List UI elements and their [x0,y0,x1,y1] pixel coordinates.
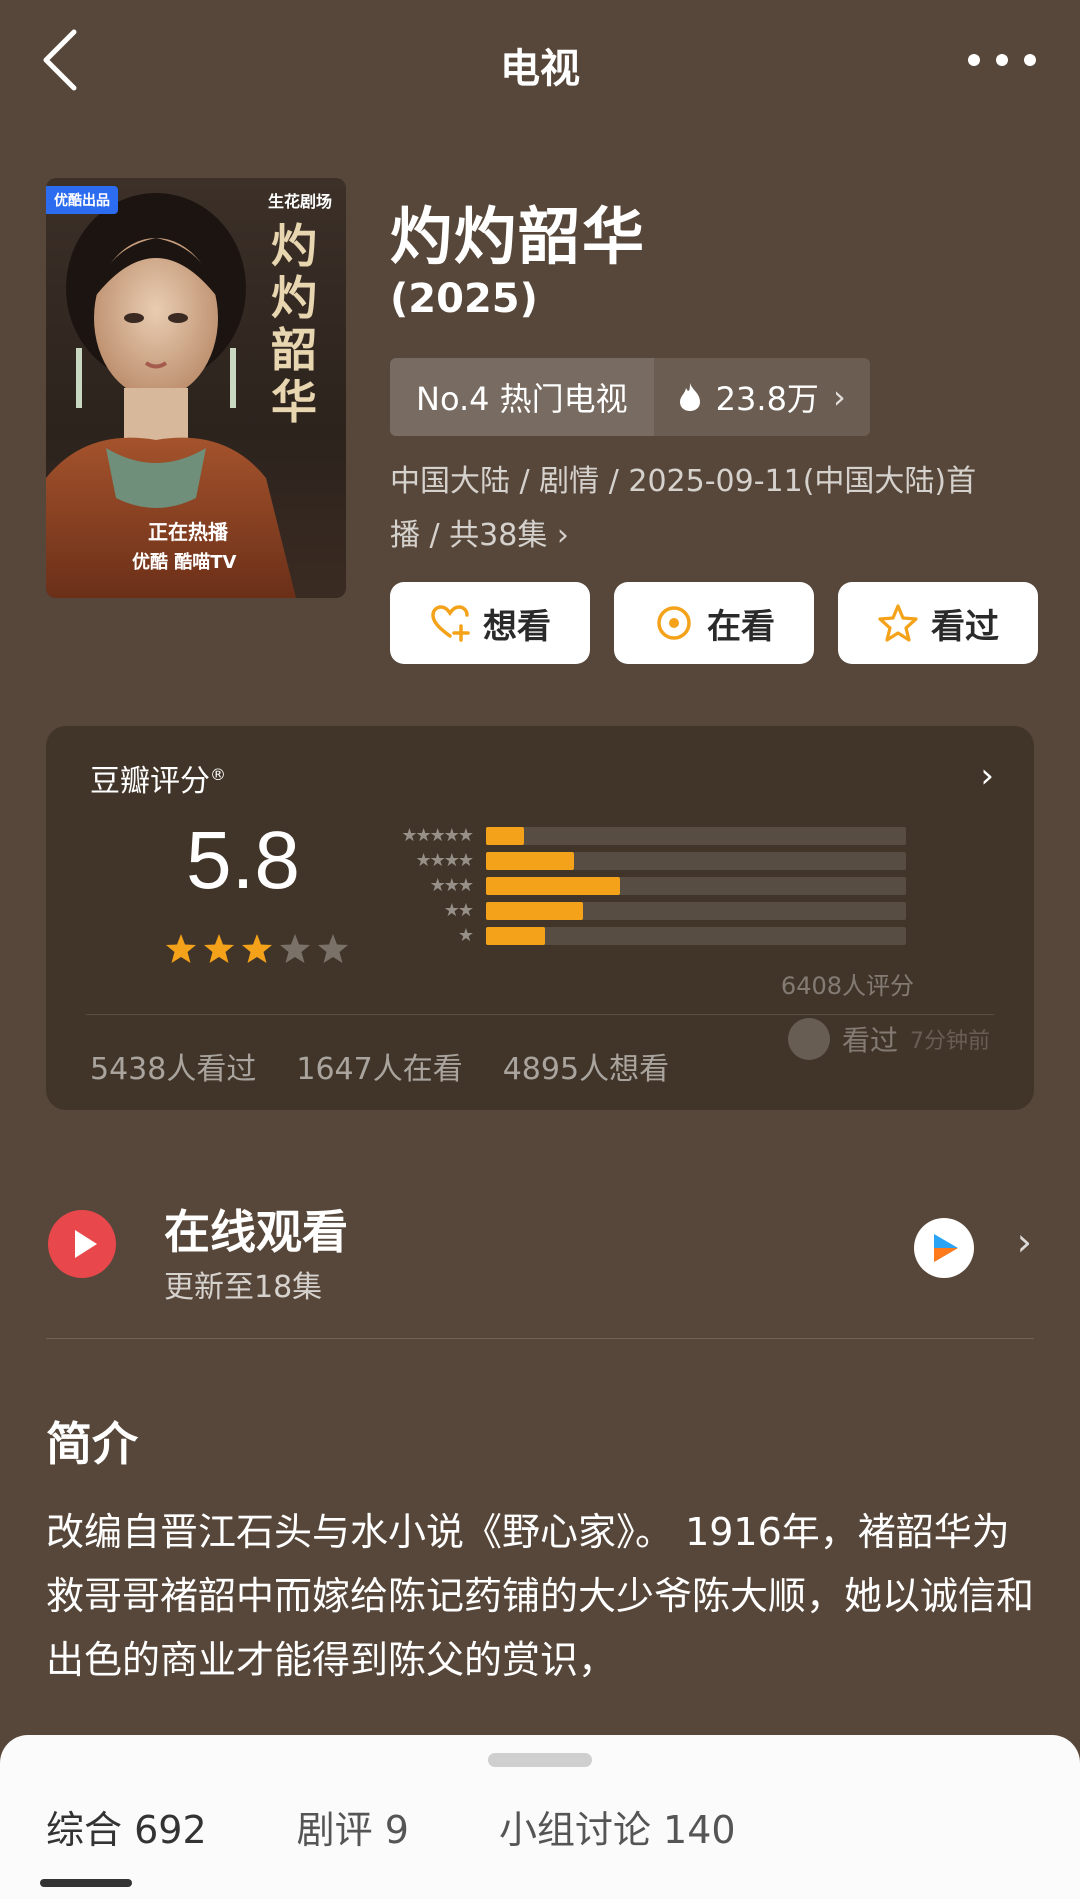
heart-plus-icon [431,605,470,642]
tab-reviews[interactable]: 剧评 9 [297,1799,409,1854]
poster-platforms-text: 优酷 酷喵TV [132,552,237,573]
friend-activity[interactable]: 看过 7分钟前 [787,1018,990,1060]
friend-time: 7分钟前 [910,1029,990,1054]
star-filled-icon [242,934,272,963]
bottom-sheet[interactable]: 综合 692 剧评 9 小组讨论 140 [0,1735,1080,1899]
show-title: 灼灼韶华 [390,200,647,273]
distribution-stars-label: ★ [457,925,474,946]
watching-button[interactable]: 在看 [614,582,814,664]
synopsis-title: 简介 [46,1417,138,1471]
rating-card[interactable]: 豆瓣评分® › 5.8 ★★★★★ ★★★★ ★★★ ★★ ★ 6408人评分 5438… [46,726,1034,1110]
distribution-bar-track [486,927,906,945]
chevron-right-icon: › [832,378,846,416]
page-title: 电视 [500,46,580,92]
rating-score: 5.8 [186,815,300,906]
heat-badge[interactable]: 23.8万 › [653,358,870,436]
poster-badge: 优酷出品 [46,186,118,214]
distribution-stars-label: ★★★★★ [401,825,474,846]
want-count: 4895人想看 [502,1052,670,1087]
watched-count: 5438人看过 [90,1052,257,1087]
poster-studio-logo: 生花剧场 [267,192,332,211]
more-button[interactable] [964,38,1040,82]
friend-status: 看过 [841,1024,898,1057]
watching-count: 1647人在看 [296,1052,463,1087]
watching-label: 在看 [707,606,775,647]
watched-label: 看过 [931,606,999,647]
rating-distribution-row: ★★★ [376,874,906,898]
meta-line-2: 播 / 共38集 › [390,518,569,553]
top-bar: 电视 [0,0,1080,130]
distribution-bar-track [486,852,906,870]
star-filled-icon [204,934,234,963]
rating-distribution-row: ★★ [376,899,906,923]
online-watch-title: 在线观看 [164,1205,348,1259]
distribution-bar [486,902,583,920]
distribution-bar [486,827,524,845]
online-watch-subtitle: 更新至18集 [164,1270,323,1305]
divider [86,1014,994,1015]
watched-button[interactable]: 看过 [838,582,1038,664]
rating-label: 豆瓣评分® [90,764,226,799]
watch-stats: 5438人看过 1647人在看 4895人想看 [90,1044,669,1088]
more-dots-icon [968,54,1036,66]
star-empty-icon [280,934,310,963]
online-watch-row[interactable]: 在线观看 更新至18集 › [46,1180,1034,1310]
star-empty-icon [318,934,348,963]
chevron-right-icon[interactable]: › [980,756,994,796]
tab-group-discussion[interactable]: 小组讨论 140 [499,1799,736,1854]
poster-image[interactable]: 优酷出品 生花剧场 灼灼韶华 正在热播 优酷 酷喵TV [46,178,346,598]
distribution-stars-label: ★★ [443,900,474,921]
distribution-stars-label: ★★★★ [415,850,474,871]
heat-value: 23.8万 [715,380,819,418]
distribution-bar-track [486,827,906,845]
distribution-stars-label: ★★★ [429,875,474,896]
flame-icon [679,383,700,411]
rating-count: 6408人评分 [780,972,914,1000]
rating-stars [164,932,350,966]
youku-icon [914,1218,974,1278]
show-meta[interactable]: 中国大陆 / 剧情 / 2025-09-11(中国大陆)首 播 / 共38集 › [390,455,1040,563]
target-circle-icon [657,606,691,640]
chevron-right-icon: › [1016,1220,1032,1264]
distribution-bar [486,927,545,945]
tab-overview[interactable]: 综合 692 [46,1799,207,1854]
active-tab-indicator [40,1879,132,1887]
want-to-watch-label: 想看 [483,606,551,647]
star-outline-icon [878,604,918,642]
distribution-bar [486,852,574,870]
rating-distribution-row: ★★★★ [376,849,906,873]
synopsis-text: 改编自晋江石头与水小说《野心家》。 1916年，褚韶华为救哥哥褚韶中而嫁给陈记药… [46,1510,1035,1682]
rating-distribution: ★★★★★ ★★★★ ★★★ ★★ ★ [376,824,906,949]
distribution-bar-track [486,902,906,920]
chevron-right-icon: › [556,518,569,553]
rating-distribution-row: ★★★★★ [376,824,906,848]
star-filled-icon [166,934,196,963]
tab-bar: 综合 692 剧评 9 小组讨论 140 [46,1799,736,1854]
drag-handle[interactable] [488,1753,592,1767]
meta-line-1: 中国大陆 / 剧情 / 2025-09-11(中国大陆)首 [390,464,977,499]
poster-vertical-title: 灼灼韶华 [271,219,317,429]
show-year: (2025) [390,276,538,322]
distribution-bar-track [486,877,906,895]
rank-label: No.4 热门电视 [390,358,654,436]
rating-distribution-row: ★ [376,924,906,948]
distribution-bar [486,877,620,895]
divider [46,1338,1034,1339]
avatar [787,1018,830,1060]
rank-badge[interactable]: No.4 热门电视 23.8万 › [390,358,870,436]
want-to-watch-button[interactable]: 想看 [390,582,590,664]
poster-airing-text: 正在热播 [148,520,228,544]
play-icon [48,1210,116,1278]
action-buttons: 想看 在看 看过 [390,582,1038,664]
